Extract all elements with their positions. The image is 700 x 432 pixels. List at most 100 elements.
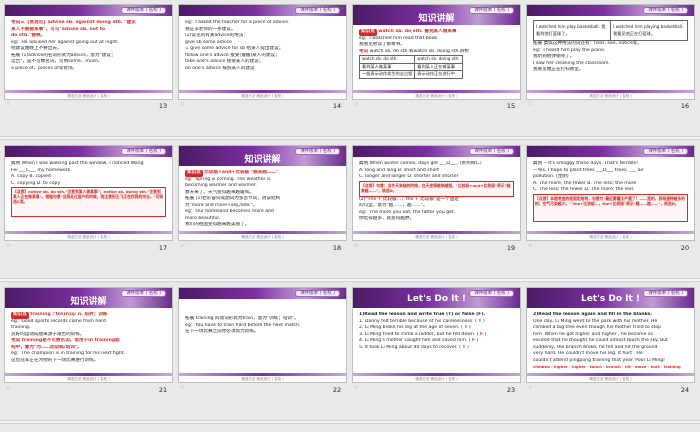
slide-thumbnail-15[interactable]: 知识讲解 课件版本 ( 名校 ) 知识点 watch sb. do sth. 看… bbox=[353, 5, 520, 99]
version-tag: 课件版本 ( 名校 ) bbox=[469, 7, 514, 14]
comparison-table: I watched him play basketball. 我看到他打篮球了。… bbox=[533, 20, 688, 41]
knowledge-point-badge: 知识点 bbox=[359, 29, 377, 36]
slide-number: 15 bbox=[506, 102, 516, 110]
item-text: 1. Danny felt terrible because of his ca… bbox=[359, 318, 474, 324]
text-line: 在下一场比赛之前你必须努力训练。 bbox=[185, 329, 259, 334]
slide-footer-band bbox=[353, 231, 520, 234]
slide-body: 知识点 training /ˈtreɪnɪŋ/ n. 培养；训练 eg：Good… bbox=[11, 312, 166, 372]
table-cell: 表示动作正在进行中 bbox=[414, 70, 463, 79]
footer-note: 精选方法 精品设计 ( 名校 ) bbox=[67, 235, 110, 239]
version-tag: 课件版本 ( 名校 ) bbox=[295, 290, 340, 297]
knowledge-point-text: training /ˈtreɪnɪŋ/ n. 培养；训练 bbox=[30, 312, 108, 317]
version-tag: 课件版本 ( 名校 ) bbox=[121, 290, 166, 297]
answer-text: higher bbox=[553, 364, 568, 369]
slide-number: 20 bbox=[680, 244, 690, 252]
table-cell: 一般表示动作发生的全过程 bbox=[358, 70, 416, 79]
text-line: 典例 When I was walking past the window, I… bbox=[11, 161, 144, 166]
slide-sorter-grid: 课件版本 ( 名校 ) 考向三【易混点】advise sb. against d… bbox=[0, 0, 700, 432]
version-tag: 课件版本 ( 名校 ) bbox=[469, 290, 514, 297]
test-point-label: 考向 bbox=[359, 48, 369, 54]
table-cell: I watched him play basketball. 我看到他打篮球了。 bbox=[533, 20, 611, 41]
footer-note: 精选方法 精品设计 ( 名校 ) bbox=[241, 377, 284, 381]
slide-star-icon[interactable]: ☆ bbox=[180, 244, 185, 249]
slide-thumbnail-18[interactable]: 知识讲解 课件版本 ( 名校 ) 知识点 比较级+and+比较级 "越来越……"… bbox=[179, 146, 346, 240]
version-tag: 课件版本 ( 名校 ) bbox=[121, 148, 166, 155]
knowledge-point-text: watch sb. do sth. 看到某人做某事 bbox=[378, 29, 457, 34]
slide-number: 16 bbox=[680, 102, 690, 110]
comparison-table: watch sb. do sth. watch sb. doing sth. 看到… bbox=[358, 55, 463, 79]
footer-note: 精选方法 精品设计 ( 名校 ) bbox=[67, 94, 110, 98]
slide-thumbnail-19[interactable]: 课件版本 ( 名校 ) 典例 When winter comes, days g… bbox=[353, 146, 520, 240]
answer-text: F bbox=[472, 338, 476, 343]
slide-body: eg：I asked the teacher for a piece of ad… bbox=[185, 20, 340, 89]
slide-footer-band bbox=[5, 90, 172, 93]
exercise-item: 5. It took Li Ming about 90 days to reco… bbox=[359, 344, 469, 350]
slide-body: 1)Read the lesson and write true (T) or … bbox=[359, 312, 514, 372]
slide-thumbnail-14[interactable]: 课件版本 ( 名校 ) eg：I asked the teacher for a… bbox=[179, 5, 346, 99]
slide-footer-band bbox=[527, 90, 694, 93]
row-separator bbox=[0, 136, 700, 140]
slide-thumbnail-24[interactable]: Let's Do It ! 课件版本 ( 名校 ) 2)Read the les… bbox=[527, 288, 694, 382]
version-tag: 课件版本 ( 名校 ) bbox=[121, 7, 166, 14]
text-line: on one's advice 按照某人的建议 bbox=[185, 65, 255, 71]
table-cell: watch sb. do sth. bbox=[358, 55, 416, 64]
slide-star-icon[interactable]: ☆ bbox=[528, 386, 533, 391]
test-point-text: watch sb. do sth.和watch sb. doing sth.辨析 bbox=[369, 48, 470, 54]
slide-thumbnail-23[interactable]: Let's Do It ! 课件版本 ( 名校 ) 1)Read the les… bbox=[353, 288, 520, 382]
table-cell: 看到某人正在做某事 bbox=[414, 62, 463, 71]
knowledge-point-badge: 知识点 bbox=[185, 170, 203, 177]
passage-line: excited that he thought he could almost … bbox=[533, 338, 668, 343]
answer-text: T bbox=[462, 344, 466, 350]
slide-body: 知识点 watch sb. do sth. 看到某人做某事 eg：I watch… bbox=[358, 29, 514, 89]
explanation-box: 【点拨】本题考查的是固定结构，句意为"最近雾霾太严重了！——是的，我希望种越多的… bbox=[533, 193, 688, 222]
table-cell: 看到某人做某事 bbox=[358, 62, 416, 71]
slide-star-icon[interactable]: ☆ bbox=[6, 244, 11, 249]
slide-thumbnail-20[interactable]: 课件版本 ( 名校 ) 典例 —It's smoggy these days. … bbox=[527, 146, 694, 240]
footer-note: 精选方法 精品设计 ( 名校 ) bbox=[415, 377, 458, 381]
slide-footer-band bbox=[179, 90, 346, 93]
slide-footer-band bbox=[179, 231, 346, 234]
explanation-box: 【点拨】句意：当冬天来临的时候，白天变得越来越短。"比较级+and+比较级"表示… bbox=[359, 180, 514, 197]
slide-thumbnail-17[interactable]: 课件版本 ( 名校 ) 典例 When I was walking past t… bbox=[5, 146, 172, 240]
slide-star-icon[interactable]: ☆ bbox=[6, 386, 11, 391]
item-text: 2. Li Ming broke his leg at the age of s… bbox=[359, 325, 460, 330]
slide-body: 典例 When I was walking past the window, I… bbox=[11, 161, 166, 230]
text-line: 这位冠军正在为他的下一场比赛进行训练。 bbox=[11, 357, 99, 363]
slide-thumbnail-22[interactable]: 课件版本 ( 名校 ) 拓展 training 的动词形式为train，意为"训… bbox=[179, 288, 346, 382]
slide-thumbnail-21[interactable]: 知识讲解 课件版本 ( 名校 ) 知识点 training /ˈtreɪnɪŋ/… bbox=[5, 288, 172, 382]
table-cell: watch sb. doing sth. bbox=[414, 55, 463, 64]
footer-note: 精选方法 精品设计 ( 名校 ) bbox=[589, 377, 632, 381]
slide-star-icon[interactable]: ☆ bbox=[528, 102, 533, 107]
slide-star-icon[interactable]: ☆ bbox=[180, 102, 185, 107]
slide-body: 考向三【易混点】advise sb. against doing sth. "建… bbox=[11, 20, 166, 89]
footer-note: 精选方法 精品设计 ( 名校 ) bbox=[415, 235, 458, 239]
slide-number: 17 bbox=[158, 244, 168, 252]
slide-thumbnail-16[interactable]: 课件版本 ( 名校 ) I watched him play basketbal… bbox=[527, 5, 694, 99]
slide-body: 典例 When winter comes, days get ___D___. … bbox=[359, 161, 514, 230]
slide-star-icon[interactable]: ☆ bbox=[528, 244, 533, 249]
slide-star-icon[interactable]: ☆ bbox=[354, 386, 359, 391]
slide-star-icon[interactable]: ☆ bbox=[354, 102, 359, 107]
text-line: a piece of、pieces of等修饰。 bbox=[11, 65, 78, 71]
row-separator bbox=[0, 278, 700, 282]
slide-star-icon[interactable]: ☆ bbox=[6, 102, 11, 107]
slide-body: 典例 —It's smoggy these days. That's terri… bbox=[533, 161, 688, 230]
slide-footer-band bbox=[5, 373, 172, 376]
slide-star-icon[interactable]: ☆ bbox=[354, 244, 359, 249]
version-tag: 课件版本 ( 名校 ) bbox=[469, 148, 514, 155]
footer-note: 精选方法 精品设计 ( 名校 ) bbox=[241, 94, 284, 98]
slide-thumbnail-13[interactable]: 课件版本 ( 名校 ) 考向三【易混点】advise sb. against d… bbox=[5, 5, 172, 99]
slide-number: 13 bbox=[158, 102, 168, 110]
knowledge-point-text: 比较级+and+比较级 "越来越……" bbox=[204, 170, 279, 175]
knowledge-point-badge: 知识点 bbox=[11, 312, 29, 319]
footer-note: 精选方法 精品设计 ( 名校 ) bbox=[67, 377, 110, 381]
test-point-label: 考向 bbox=[11, 338, 21, 343]
footer-note: 精选方法 精品设计 ( 名校 ) bbox=[415, 94, 458, 98]
answer-text: climbed bbox=[533, 364, 550, 369]
test-point-text: training是不可数名词，常用于in training结 bbox=[21, 338, 120, 343]
slide-number: 22 bbox=[332, 386, 342, 394]
table-cell: I watched him playing basketball. 我看见他正在… bbox=[610, 20, 688, 41]
slide-star-icon[interactable]: ☆ bbox=[180, 386, 185, 391]
explanation-box: 【点拨】notice sb. do sth."注意到某人做某事"；notice … bbox=[11, 187, 166, 217]
slide-number: 14 bbox=[332, 102, 342, 110]
